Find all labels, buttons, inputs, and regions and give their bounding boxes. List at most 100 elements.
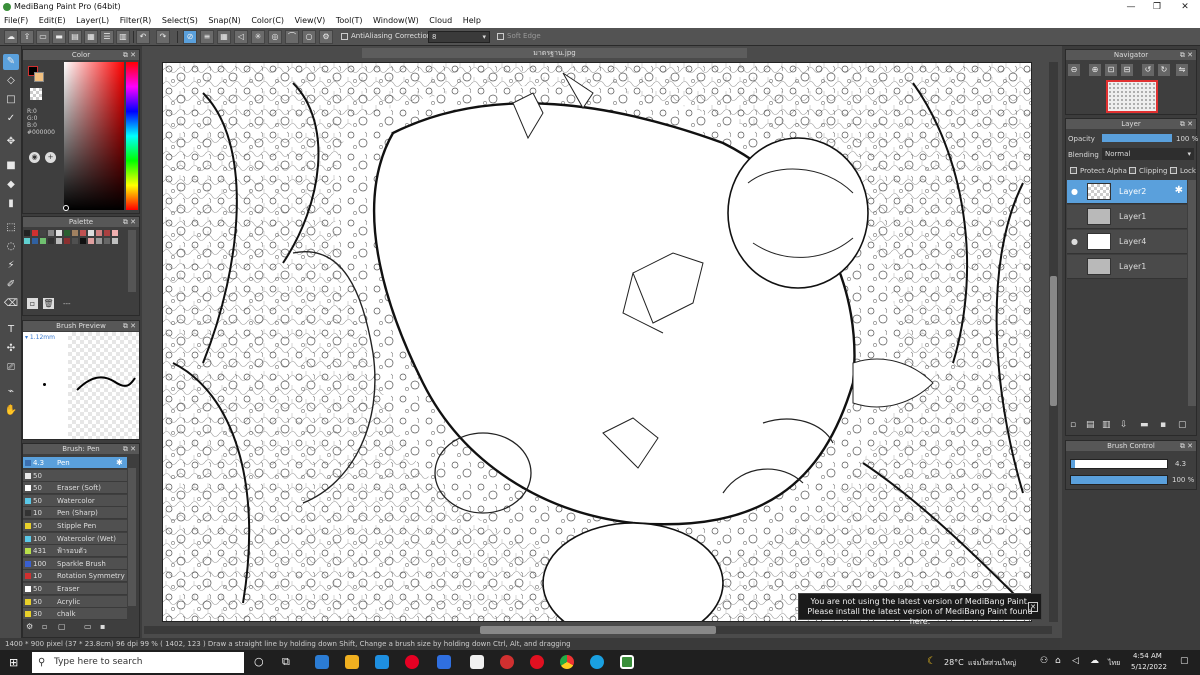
app-store-icon[interactable] (437, 655, 451, 669)
menu-view[interactable]: View(V) (291, 14, 330, 28)
palette-swatch[interactable] (88, 230, 94, 236)
chat-icon[interactable]: ▬ (52, 30, 66, 44)
new-layer-icon[interactable]: ▫ (1070, 420, 1076, 430)
color-wheel-icon[interactable]: ◉ (29, 152, 40, 163)
input-language[interactable]: ไทย (1108, 658, 1120, 669)
navigator-thumbnail[interactable] (1106, 80, 1158, 113)
correction-select[interactable]: 8 ▾ (428, 31, 490, 43)
hand-tool-icon[interactable]: ✋ (3, 403, 19, 419)
menu-select[interactable]: Select(S) (158, 14, 202, 28)
snap-perspective-icon[interactable]: ◁ (234, 30, 248, 44)
cloud-icon[interactable]: ☁ (4, 30, 18, 44)
menu-snap[interactable]: Snap(N) (204, 14, 244, 28)
palette-swatch[interactable] (72, 230, 78, 236)
bucket-tool-icon[interactable]: ◆ (3, 177, 19, 193)
clock-time[interactable]: 4:54 AM (1133, 652, 1162, 660)
palette-swatch[interactable] (64, 230, 70, 236)
snap-circle-icon[interactable]: ◎ (268, 30, 282, 44)
color-add-icon[interactable]: + (45, 152, 56, 163)
operation-tool-icon[interactable]: ✣ (3, 341, 19, 357)
palette-more[interactable]: --- (63, 300, 71, 308)
notification-center-icon[interactable]: ▢ (1180, 656, 1189, 666)
layer-settings-gear-icon[interactable]: ✱ (1175, 185, 1183, 196)
layer-row[interactable]: Layer1 (1067, 255, 1187, 279)
layer-menu-icon[interactable]: ▢ (1178, 420, 1187, 430)
clipping-checkbox[interactable] (1129, 167, 1136, 174)
brush-list-item[interactable]: 50 Watercolor (23, 494, 127, 507)
palette-swatch[interactable] (48, 230, 54, 236)
menu-layer[interactable]: Layer(L) (72, 14, 113, 28)
brush-list-item[interactable]: 100 Sparkle Brush (23, 557, 127, 570)
brush-add-icon[interactable]: ⚙ (26, 622, 33, 631)
snap-radial-icon[interactable]: ✳ (251, 30, 265, 44)
text-tool-icon[interactable]: T (3, 322, 19, 338)
menu-tool[interactable]: Tool(T) (332, 14, 367, 28)
actual-size-icon[interactable]: ⊟ (1121, 64, 1133, 76)
brush-list-item[interactable]: 30 chalk (23, 608, 127, 621)
layer-scrollbar[interactable] (1188, 180, 1196, 406)
undo-icon[interactable]: ↶ (136, 30, 150, 44)
eyedropper-icon[interactable]: ⌁ (3, 384, 19, 400)
gradient-tool-icon[interactable]: ▮ (3, 196, 19, 212)
chrome-icon[interactable] (560, 655, 574, 669)
close-icon[interactable]: ✕ (1028, 602, 1038, 612)
menu-filter[interactable]: Filter(R) (116, 14, 156, 28)
panel-close-icon[interactable]: ⧉ ✕ (123, 321, 136, 331)
select-tool-icon[interactable]: ⬚ (3, 220, 19, 236)
lasso-select-icon[interactable]: ◌ (3, 239, 19, 255)
brush-new-icon[interactable]: ▫ (42, 622, 47, 631)
fit-icon[interactable]: ⊡ (1105, 64, 1117, 76)
brush-list-item[interactable]: 50 Eraser (Soft) (23, 482, 127, 495)
export-icon[interactable]: ⇪ (20, 30, 34, 44)
new-palette-icon[interactable]: ▫ (27, 298, 38, 309)
brush-list-item[interactable]: 50 Eraser (23, 583, 127, 595)
magic-wand-icon[interactable]: ⚡ (3, 258, 19, 274)
brush-size-slider[interactable] (1070, 459, 1168, 469)
brush-folder-icon[interactable]: ▭ (84, 622, 92, 631)
select-pen-icon[interactable]: ✐ (3, 277, 19, 293)
vertical-scroll-thumb[interactable] (1050, 276, 1057, 406)
rectangle-tool-icon[interactable]: ■ (3, 158, 19, 174)
layer-folder-icon[interactable]: ▬ (1140, 420, 1149, 430)
medibang-taskbar-icon[interactable] (620, 655, 634, 669)
menu-edit[interactable]: Edit(E) (35, 14, 70, 28)
snap-grid-icon[interactable]: ▦ (217, 30, 231, 44)
volume-icon[interactable]: ◁ (1072, 656, 1079, 666)
snap-ring-icon[interactable]: ○ (302, 30, 316, 44)
brush-list-item[interactable]: 100 Watercolor (Wet) (23, 532, 127, 545)
redo-icon[interactable]: ↷ (156, 30, 170, 44)
page-icon[interactable]: ▤ (68, 30, 82, 44)
lasso-tool-icon[interactable]: ✓ (3, 111, 19, 127)
palette-swatch[interactable] (40, 230, 46, 236)
menu-window[interactable]: Window(W) (369, 14, 423, 28)
palette-swatch[interactable] (56, 238, 62, 244)
divide-tool-icon[interactable]: ⎚ (3, 360, 19, 376)
palette-swatch[interactable] (96, 238, 102, 244)
flip-icon[interactable]: ⇋ (1176, 64, 1188, 76)
panel-close-icon[interactable]: ⧉ ✕ (1180, 441, 1193, 451)
taskbar-search[interactable]: ⚲ Type here to search (32, 652, 244, 673)
delete-layer-icon[interactable]: ▪ (1160, 420, 1166, 430)
merge-layer-icon[interactable]: ⇩ (1120, 420, 1128, 430)
antialiasing-checkbox[interactable] (341, 33, 348, 40)
brush-list-scrollbar[interactable] (128, 468, 136, 606)
panel-close-icon[interactable]: ⧉ ✕ (123, 50, 136, 60)
new-halftone-layer-icon[interactable]: ▤ (1086, 420, 1095, 430)
protect-alpha-checkbox[interactable] (1070, 167, 1077, 174)
saturation-value-picker[interactable] (64, 62, 124, 210)
snap-off-icon[interactable]: ⊘ (183, 30, 197, 44)
update-notification[interactable]: You are not using the latest version of … (798, 593, 1042, 626)
edge-browser-icon[interactable] (590, 655, 604, 669)
palette-swatch[interactable] (104, 230, 110, 236)
blending-select[interactable]: Normal ▾ (1102, 148, 1194, 160)
document-tab[interactable]: มาตรฐาน.jpg (362, 48, 747, 58)
snap-curve-icon[interactable]: ⌒ (285, 30, 299, 44)
minimize-button[interactable]: — (1118, 0, 1144, 14)
canvas-area[interactable]: มาตรฐาน.jpg (142, 46, 1062, 638)
palette-swatch[interactable] (40, 238, 46, 244)
onedrive-icon[interactable]: ☁ (1090, 656, 1099, 666)
people-icon[interactable]: ⚇ (1040, 656, 1048, 666)
duplicate-layer-icon[interactable]: ▥ (1102, 420, 1111, 430)
panel-close-icon[interactable]: ⧉ ✕ (123, 444, 136, 454)
pinterest-icon[interactable] (405, 655, 419, 669)
